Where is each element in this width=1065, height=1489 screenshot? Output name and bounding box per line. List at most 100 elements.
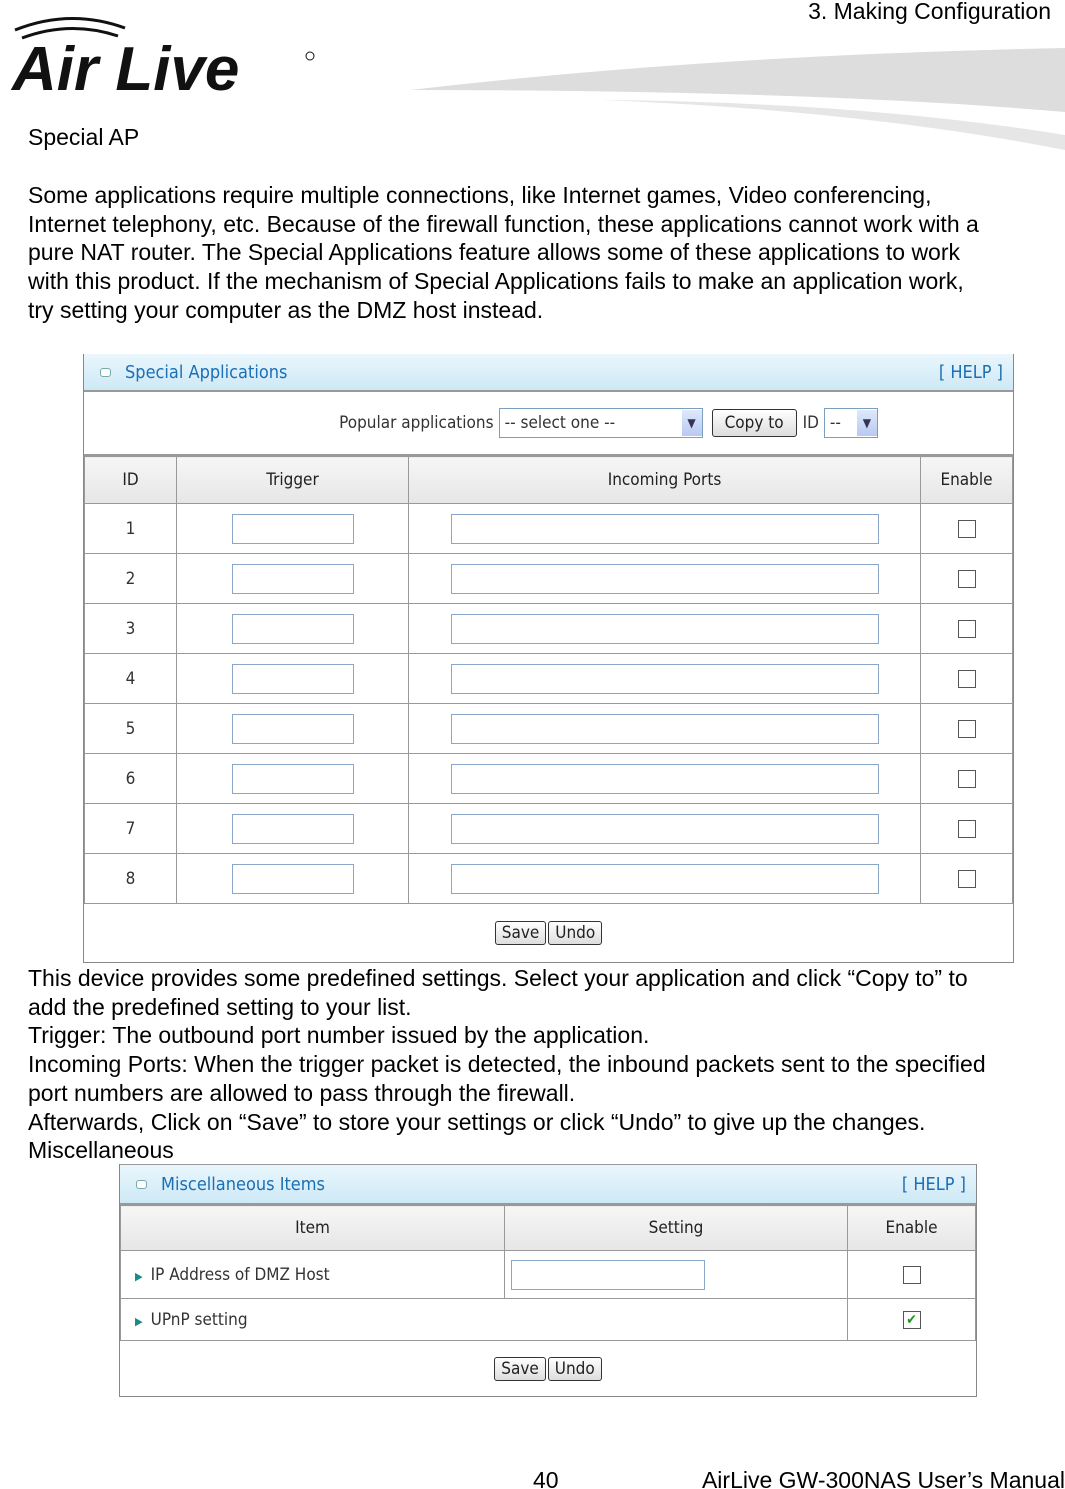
svg-text:Air Live: Air Live (10, 35, 239, 98)
manual-page: 3. Making Configuration Air Live Special… (0, 0, 1065, 1489)
save-button[interactable]: Save (494, 1357, 546, 1381)
text-line: try setting your computer as the DMZ hos… (28, 296, 544, 323)
enable-checkbox[interactable] (957, 769, 976, 788)
save-button[interactable]: Save (494, 921, 547, 945)
incoming-ports-input[interactable] (450, 563, 879, 594)
text-line: Some applications require multiple conne… (28, 182, 932, 208)
col-setting: Setting (504, 1205, 848, 1251)
col-trigger: Trigger (176, 456, 409, 504)
text-line: Miscellaneous (28, 1137, 174, 1164)
popular-select[interactable]: -- select one -- ▼ (498, 408, 703, 438)
id-select[interactable]: -- ▼ (823, 408, 878, 438)
triangle-right-icon: ▶ (135, 1314, 143, 1328)
table-row: 5 (84, 703, 1013, 754)
bullet-icon (100, 367, 111, 377)
row-id: 7 (84, 803, 177, 854)
help-link[interactable]: [ HELP ] (902, 1174, 966, 1195)
trigger-input[interactable] (231, 613, 354, 644)
upnp-label: UPnP setting (150, 1309, 248, 1330)
misc-items-panel: Miscellaneous Items [ HELP ] Item Settin… (119, 1164, 977, 1397)
chevron-down-icon: ▼ (856, 410, 877, 436)
description-paragraph: This device provides some predefined set… (28, 964, 1065, 1165)
col-item: Item (120, 1205, 505, 1251)
id-label: ID (802, 413, 819, 433)
col-enable: Enable (920, 456, 1013, 504)
col-enable: Enable (847, 1205, 976, 1251)
table-row: 8 (84, 853, 1013, 904)
row-id: 1 (84, 503, 177, 554)
trigger-input[interactable] (231, 863, 354, 894)
table-row-dmz: ▶ IP Address of DMZ Host (120, 1250, 976, 1299)
row-id: 5 (84, 703, 177, 754)
enable-checkbox[interactable] (957, 519, 976, 538)
panel-title: Special Applications (125, 361, 288, 383)
panel-title-bar: Special Applications [ HELP ] (84, 354, 1013, 392)
row-id: 4 (84, 653, 177, 704)
section-title: Special AP (28, 124, 140, 150)
text-line: This device provides some predefined set… (28, 965, 968, 991)
id-select-value: -- (829, 413, 841, 433)
chevron-down-icon: ▼ (681, 410, 702, 436)
help-link[interactable]: [ HELP ] (939, 362, 1003, 383)
incoming-ports-input[interactable] (450, 513, 879, 544)
row-id: 8 (84, 853, 177, 904)
incoming-ports-input[interactable] (450, 663, 879, 694)
enable-checkbox[interactable] (957, 669, 976, 688)
enable-checkbox[interactable] (957, 619, 976, 638)
trigger-input[interactable] (231, 513, 354, 544)
chapter-heading: 3. Making Configuration (808, 0, 1051, 24)
trigger-input[interactable] (231, 713, 354, 744)
enable-checkbox[interactable] (957, 869, 976, 888)
special-applications-table: ID Trigger Incoming Ports Enable 1234567… (84, 456, 1013, 904)
enable-checkbox[interactable] (957, 819, 976, 838)
text-line: Afterwards, Click on “Save” to store you… (28, 1108, 926, 1135)
row-id: 2 (84, 553, 177, 604)
undo-button[interactable]: Undo (547, 1357, 602, 1381)
intro-paragraph: Some applications require multiple conne… (28, 181, 1065, 325)
table-row: 4 (84, 653, 1013, 704)
text-line: add the predefined setting to your list. (28, 993, 412, 1020)
panel-title: Miscellaneous Items (161, 1173, 325, 1195)
trigger-input[interactable] (231, 563, 354, 594)
enable-checkbox[interactable] (957, 719, 976, 738)
incoming-ports-input[interactable] (450, 763, 879, 794)
table-row: 7 (84, 803, 1013, 854)
incoming-ports-input[interactable] (450, 713, 879, 744)
airlive-logo: Air Live (10, 16, 315, 98)
text-line: Trigger: The outbound port number issued… (28, 1022, 650, 1049)
incoming-ports-input[interactable] (450, 863, 879, 894)
special-applications-panel: Special Applications [ HELP ] Popular ap… (83, 354, 1014, 963)
upnp-enable-checkbox[interactable]: ✔ (902, 1310, 921, 1329)
incoming-ports-input[interactable] (450, 613, 879, 644)
col-incoming-ports: Incoming Ports (408, 456, 921, 504)
special-footer: Save Undo (84, 904, 1013, 962)
trigger-input[interactable] (231, 663, 354, 694)
trigger-input[interactable] (231, 763, 354, 794)
trigger-input[interactable] (231, 813, 354, 844)
triangle-right-icon: ▶ (135, 1269, 143, 1283)
text-line: Incoming Ports: When the trigger packet … (28, 1051, 986, 1078)
incoming-ports-input[interactable] (450, 813, 879, 844)
popular-row: Popular applications -- select one -- ▼ C… (84, 392, 1013, 456)
panel-title-bar: Miscellaneous Items [ HELP ] (120, 1164, 976, 1205)
header-swoosh (410, 48, 1065, 150)
row-id: 6 (84, 753, 177, 804)
table-row: 2 (84, 553, 1013, 604)
dmz-enable-checkbox[interactable] (902, 1265, 921, 1284)
dmz-ip-input[interactable] (511, 1259, 705, 1290)
enable-checkbox[interactable] (957, 569, 976, 588)
table-row: 6 (84, 753, 1013, 804)
copy-to-button[interactable]: Copy to (711, 409, 797, 437)
col-id: ID (84, 456, 177, 504)
misc-items-table: Item Setting Enable ▶ IP Address of DMZ H… (120, 1205, 976, 1341)
table-row-upnp: ▶ UPnP setting ✔ (120, 1298, 976, 1341)
text-line: pure NAT router. The Special Application… (28, 239, 961, 266)
text-line: port numbers are allowed to pass through… (28, 1079, 576, 1106)
undo-button[interactable]: Undo (548, 921, 603, 945)
dmz-label: IP Address of DMZ Host (150, 1264, 330, 1285)
table-row: 1 (84, 503, 1013, 554)
popular-label: Popular applications (339, 413, 494, 433)
page-number: 40 (533, 1467, 559, 1489)
table-row: 3 (84, 603, 1013, 654)
manual-title: AirLive GW-300NAS User’s Manual (701, 1467, 1065, 1489)
